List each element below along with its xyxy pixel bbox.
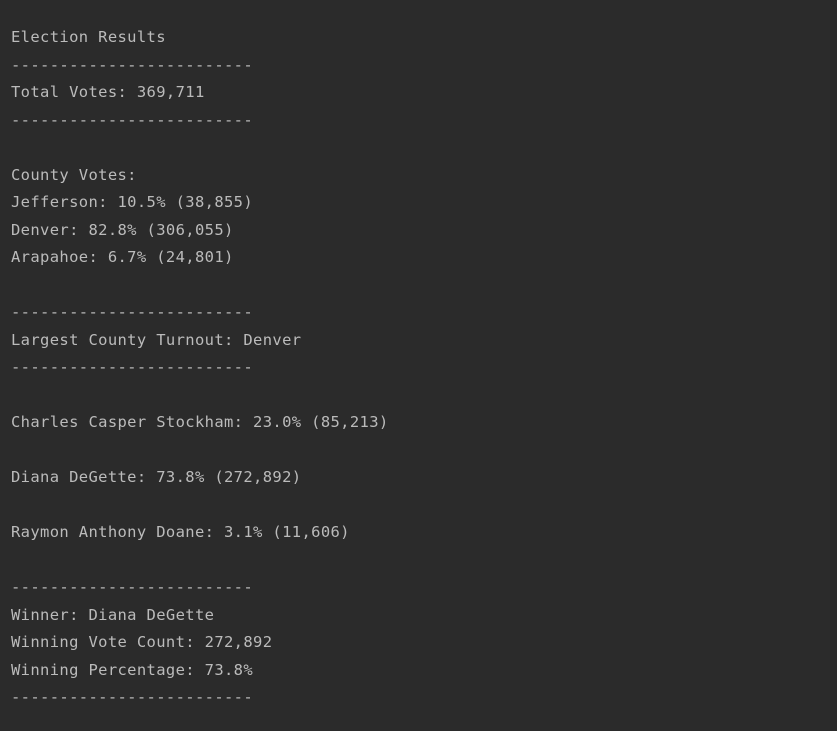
separator: ------------------------- [11, 688, 254, 706]
largest-county-turnout: Largest County Turnout: Denver [11, 330, 302, 349]
county-line-jefferson: Jefferson: 10.5% (38,855) [11, 193, 254, 211]
winning-vote-count: Winning Vote Count: 272,892 [11, 633, 273, 651]
separator: ------------------------- [11, 578, 254, 596]
separator: ------------------------- [11, 55, 254, 74]
county-line-denver: Denver: 82.8% (306,055) [11, 220, 234, 239]
results-title: Election Results [11, 28, 166, 46]
winning-percentage: Winning Percentage: 73.8% [11, 660, 254, 679]
separator: ------------------------- [11, 303, 254, 321]
winner-line: Winner: Diana DeGette [11, 605, 215, 624]
console-output: Election Results -----------------------… [0, 0, 837, 731]
separator: ------------------------- [11, 358, 254, 376]
county-votes-header: County Votes: [11, 165, 137, 184]
candidate-line-stockham: Charles Casper Stockham: 23.0% (85,213) [11, 413, 389, 431]
separator: ------------------------- [11, 110, 254, 129]
candidate-line-doane: Raymon Anthony Doane: 3.1% (11,606) [11, 523, 350, 541]
candidate-line-degette: Diana DeGette: 73.8% (272,892) [11, 468, 302, 486]
total-votes: Total Votes: 369,711 [11, 83, 205, 101]
county-line-arapahoe: Arapahoe: 6.7% (24,801) [11, 248, 234, 266]
